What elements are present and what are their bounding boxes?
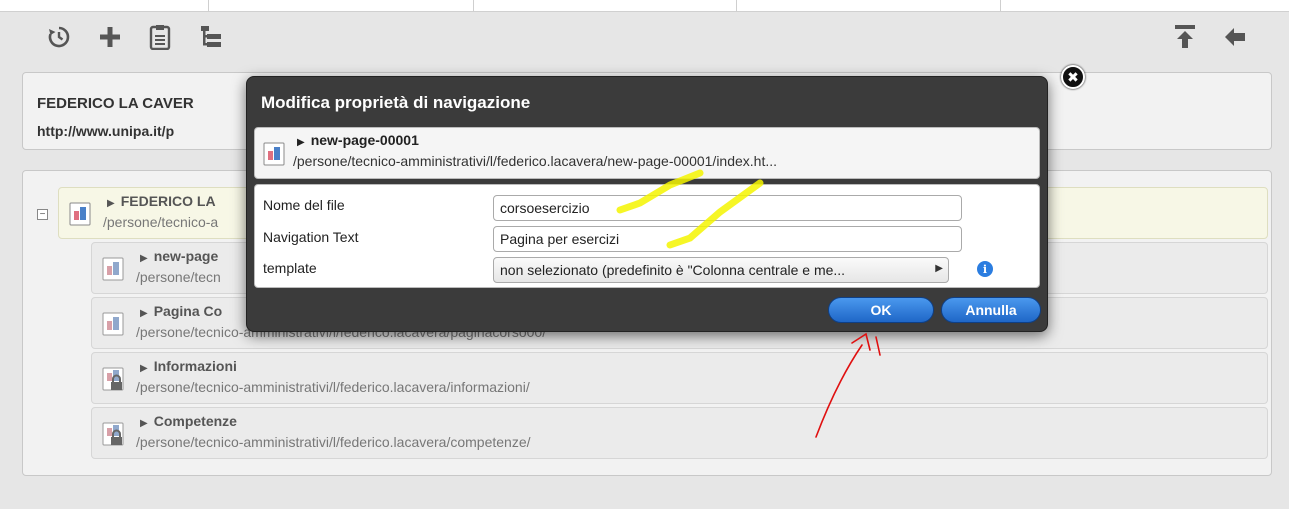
filename-label: Nome del file xyxy=(263,197,345,213)
dialog-page-name-label: new-page-00001 xyxy=(310,132,419,148)
expand-arrow-icon: ▶ xyxy=(140,418,148,429)
page-icon xyxy=(69,202,91,226)
clipboard-icon[interactable] xyxy=(145,22,175,52)
tree-item-name: ▶ Pagina Co xyxy=(140,303,222,319)
top-strip xyxy=(0,0,1289,12)
top-strip-divider xyxy=(736,0,737,12)
tree-item-path: /persone/tecn xyxy=(136,269,221,285)
dialog-page-path: /persone/tecnico-amministrativi/l/federi… xyxy=(293,153,778,169)
navigation-properties-dialog: Modifica proprietà di navigazione ▶ new-p… xyxy=(246,76,1048,332)
page-icon xyxy=(102,257,124,281)
close-icon[interactable]: ✖ xyxy=(1061,65,1085,89)
expand-arrow-icon: ▶ xyxy=(297,137,305,148)
locked-page-icon xyxy=(102,367,124,391)
tree-item-label: Competenze xyxy=(153,413,237,429)
tree-item-label: Informazioni xyxy=(153,358,237,374)
tree-item-label: Pagina Co xyxy=(153,303,223,319)
expand-arrow-icon: ▶ xyxy=(140,363,148,374)
tree-item-name: ▶ Informazioni xyxy=(140,358,237,374)
navigation-text-input[interactable] xyxy=(493,226,962,252)
tree-item-label: new-page xyxy=(153,248,219,264)
expand-arrow-icon: ▶ xyxy=(140,308,148,319)
page-url: http://www.unipa.it/p xyxy=(37,123,175,139)
template-label: template xyxy=(263,260,317,276)
filename-input[interactable] xyxy=(493,195,962,221)
back-arrow-icon[interactable] xyxy=(1220,22,1250,52)
tree-item[interactable]: ▶ Competenze /persone/tecnico-amministrat… xyxy=(91,407,1268,459)
tree-icon[interactable] xyxy=(196,22,226,52)
expand-arrow-icon: ▶ xyxy=(140,253,148,264)
cancel-button[interactable]: Annulla xyxy=(941,297,1041,323)
dialog-form: Nome del file Navigation Text template n… xyxy=(254,184,1040,288)
dialog-page-info: ▶ new-page-00001 /persone/tecnico-amminis… xyxy=(254,127,1040,179)
collapse-toggle-icon[interactable]: − xyxy=(37,209,48,220)
top-strip-divider xyxy=(473,0,474,12)
toolbar xyxy=(0,12,1289,64)
tree-item[interactable]: ▶ Informazioni /persone/tecnico-amministr… xyxy=(91,352,1268,404)
move-top-icon[interactable] xyxy=(1170,22,1200,52)
dialog-page-name: ▶ new-page-00001 xyxy=(297,132,419,148)
template-select-value: non selezionato (predefinito è "Colonna … xyxy=(500,262,846,278)
dialog-title: Modifica proprietà di navigazione xyxy=(261,93,531,112)
tree-item-path: /persone/tecnico-a xyxy=(103,214,219,230)
tree-item-path: /persone/tecnico-amministrativi/l/federi… xyxy=(136,434,531,450)
tree-item-name: ▶ FEDERICO LA xyxy=(107,193,216,209)
ok-button[interactable]: OK xyxy=(828,297,934,323)
tree-item-name: ▶ Competenze xyxy=(140,413,237,429)
page-title: FEDERICO LA CAVER xyxy=(37,95,194,112)
navigation-text-label: Navigation Text xyxy=(263,229,359,245)
tree-item-name: ▶ new-page xyxy=(140,248,218,264)
top-strip-divider xyxy=(1000,0,1001,12)
expand-arrow-icon: ▶ xyxy=(107,198,115,209)
tree-item-label: FEDERICO LA xyxy=(120,193,216,209)
top-strip-divider xyxy=(208,0,209,12)
page-icon xyxy=(263,142,285,166)
tree-item-path: /persone/tecnico-amministrativi/l/federi… xyxy=(136,379,530,395)
add-icon[interactable] xyxy=(95,22,125,52)
template-select[interactable]: non selezionato (predefinito è "Colonna … xyxy=(493,257,949,283)
locked-page-icon xyxy=(102,422,124,446)
info-icon[interactable]: i xyxy=(977,261,993,277)
history-icon[interactable] xyxy=(44,22,74,52)
select-arrow-icon: ▶ xyxy=(935,263,943,274)
page-icon xyxy=(102,312,124,336)
